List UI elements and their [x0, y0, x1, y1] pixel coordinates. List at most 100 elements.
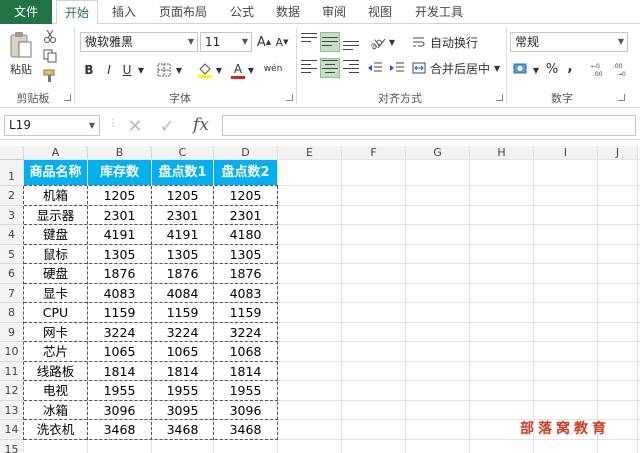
table-cell[interactable]: 硬盘 [24, 264, 87, 284]
table-cell[interactable]: 机箱 [24, 186, 87, 206]
bold-button[interactable]: B [82, 62, 96, 78]
table-cell[interactable]: 1814 [214, 362, 277, 382]
table-cell[interactable]: 1876 [152, 264, 213, 284]
font-launcher-icon[interactable] [286, 94, 293, 101]
row-header[interactable]: 9 [0, 322, 24, 342]
table-cell[interactable]: 1876 [88, 264, 151, 284]
table-cell[interactable]: 1065 [152, 342, 213, 362]
table-cell[interactable]: 3224 [214, 323, 277, 343]
row-header[interactable]: 5 [0, 244, 24, 264]
table-cell[interactable]: 1159 [214, 303, 277, 323]
table-cell[interactable]: 1955 [152, 381, 213, 401]
chevron-down-icon[interactable]: ▼ [388, 34, 396, 50]
table-cell[interactable]: 显卡 [24, 284, 87, 304]
font-color-button[interactable]: A [230, 60, 246, 80]
borders-icon[interactable] [156, 62, 172, 78]
table-cell[interactable]: 1068 [214, 342, 277, 362]
chevron-down-icon[interactable]: ▼ [136, 62, 146, 78]
align-right-button[interactable] [342, 58, 360, 78]
row-header[interactable]: 13 [0, 400, 24, 420]
row-header[interactable]: 8 [0, 303, 24, 323]
table-cell[interactable]: 1205 [214, 186, 277, 206]
table-cell[interactable]: CPU [24, 303, 87, 323]
column-header[interactable]: E [278, 146, 342, 160]
table-cell[interactable]: 电视 [24, 381, 87, 401]
table-cell[interactable]: 线路板 [24, 362, 87, 382]
column-header[interactable]: J [598, 146, 638, 160]
tab-formulas[interactable]: 公式 [222, 0, 262, 24]
number-launcher-icon[interactable] [618, 94, 625, 101]
table-cell[interactable]: 3096 [88, 401, 151, 421]
italic-button[interactable]: I [102, 62, 116, 78]
font-size-select[interactable]: 11 ▼ [200, 32, 252, 52]
chevron-down-icon[interactable]: ▼ [246, 62, 256, 78]
table-cell[interactable]: 网卡 [24, 323, 87, 343]
tab-view[interactable]: 视图 [360, 0, 400, 24]
row-header[interactable]: 7 [0, 283, 24, 303]
row-header[interactable]: 6 [0, 264, 24, 284]
row-header[interactable]: 12 [0, 381, 24, 401]
column-header[interactable]: H [470, 146, 534, 160]
align-left-button[interactable] [300, 58, 318, 78]
font-name-select[interactable]: 微软雅黑 ▼ [80, 32, 198, 52]
table-cell[interactable]: 3096 [214, 401, 277, 421]
tab-page-layout[interactable]: 页面布局 [152, 0, 214, 24]
row-header[interactable]: 14 [0, 420, 24, 440]
decrease-indent-icon[interactable] [366, 58, 384, 78]
format-painter-icon[interactable] [42, 68, 58, 84]
table-cell[interactable]: 3468 [152, 420, 213, 440]
column-header[interactable]: B [88, 146, 152, 160]
merge-center-button[interactable]: 合并后居中 ▼ [412, 58, 504, 78]
table-cell[interactable]: 洗衣机 [24, 420, 87, 440]
decrease-decimal-icon[interactable]: .00 →0 [612, 60, 632, 78]
column-header[interactable]: C [152, 146, 214, 160]
row-header[interactable]: 10 [0, 342, 24, 362]
copy-icon[interactable] [42, 48, 58, 64]
table-cell[interactable]: 4083 [88, 284, 151, 304]
column-header[interactable]: D [214, 146, 278, 160]
table-cell[interactable]: 3468 [88, 420, 151, 440]
tab-review[interactable]: 审阅 [314, 0, 354, 24]
comma-style-button[interactable]: , [564, 58, 576, 76]
table-cell[interactable]: 1814 [152, 362, 213, 382]
formula-input[interactable] [222, 115, 636, 136]
table-cell[interactable]: 4191 [88, 225, 151, 245]
tab-data[interactable]: 数据 [268, 0, 308, 24]
table-header-cell[interactable]: 盘点数2 [214, 160, 277, 185]
table-cell[interactable]: 4084 [152, 284, 213, 304]
wrap-text-button[interactable]: 自动换行 [412, 32, 488, 52]
table-cell[interactable]: 4083 [214, 284, 277, 304]
table-cell[interactable]: 2301 [152, 206, 213, 226]
table-header-cell[interactable]: 盘点数1 [152, 160, 213, 185]
table-header-cell[interactable]: 商品名称 [24, 160, 87, 185]
chevron-down-icon[interactable]: ▼ [532, 62, 540, 78]
column-header[interactable]: F [342, 146, 406, 160]
increase-indent-icon[interactable] [388, 58, 406, 78]
chevron-down-icon[interactable]: ▼ [174, 62, 184, 78]
table-cell[interactable]: 冰箱 [24, 401, 87, 421]
table-cell[interactable]: 鼠标 [24, 245, 87, 265]
table-cell[interactable]: 1159 [152, 303, 213, 323]
column-header[interactable]: G [406, 146, 470, 160]
table-cell[interactable]: 2301 [214, 206, 277, 226]
accounting-format-icon[interactable] [512, 60, 532, 78]
table-cell[interactable]: 1814 [88, 362, 151, 382]
name-box[interactable]: L19 ▼ [4, 115, 100, 136]
chevron-down-icon[interactable]: ▼ [214, 62, 224, 78]
table-cell[interactable]: 3224 [152, 323, 213, 343]
table-cell[interactable]: 1876 [214, 264, 277, 284]
tab-developer[interactable]: 开发工具 [408, 0, 470, 24]
table-cell[interactable]: 芯片 [24, 342, 87, 362]
table-cell[interactable]: 2301 [88, 206, 151, 226]
row-header[interactable]: 4 [0, 225, 24, 245]
increase-decimal-icon[interactable]: ←0.00 [590, 60, 610, 78]
row-header[interactable]: 1 [0, 160, 24, 186]
table-cell[interactable]: 1205 [88, 186, 151, 206]
table-cell[interactable]: 1955 [214, 381, 277, 401]
table-cell[interactable]: 1065 [88, 342, 151, 362]
table-cell[interactable]: 3468 [214, 420, 277, 440]
table-cell[interactable]: 1955 [88, 381, 151, 401]
table-cell[interactable]: 4191 [152, 225, 213, 245]
tab-file[interactable]: 文件 [0, 0, 52, 24]
cut-icon[interactable] [42, 28, 58, 44]
